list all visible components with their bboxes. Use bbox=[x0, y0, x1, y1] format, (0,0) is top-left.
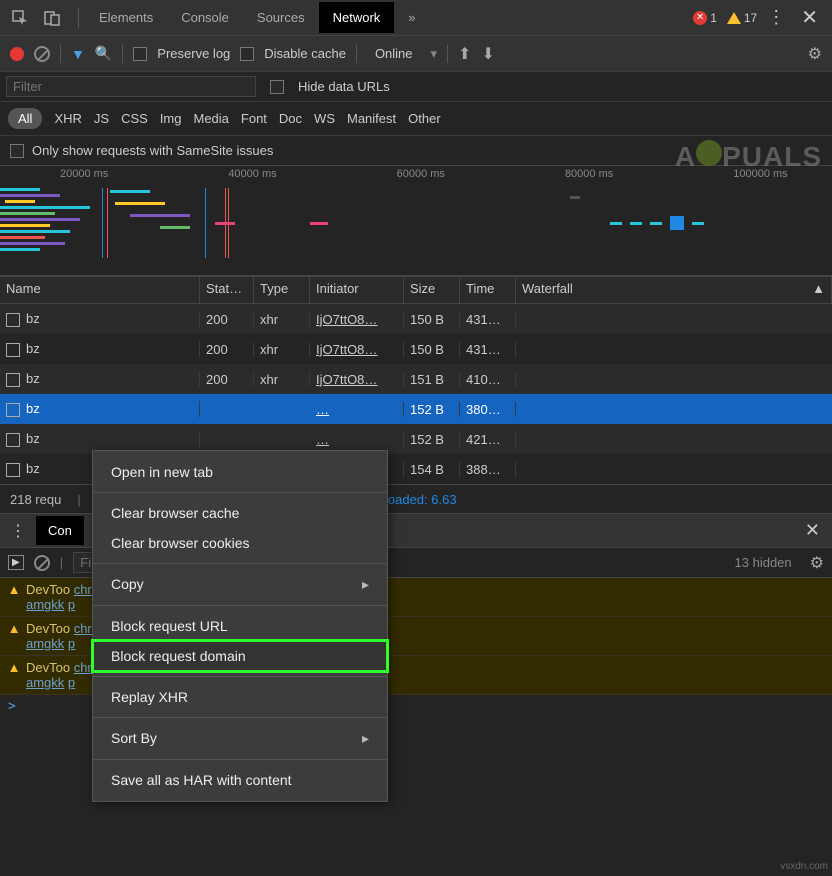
tab-network[interactable]: Network bbox=[319, 2, 395, 33]
drawer-close-icon[interactable]: ✕ bbox=[793, 520, 832, 541]
filter-img[interactable]: Img bbox=[160, 111, 182, 126]
filter-media[interactable]: Media bbox=[193, 111, 228, 126]
hide-data-urls-checkbox[interactable] bbox=[270, 80, 284, 94]
filter-input[interactable] bbox=[6, 76, 256, 97]
col-waterfall[interactable]: Waterfall▲ bbox=[516, 277, 832, 303]
filter-all[interactable]: All bbox=[8, 108, 42, 129]
table-row[interactable]: bz200xhrIjO7ttO8…151 B410… bbox=[0, 364, 832, 394]
summary-requests: 218 requ bbox=[10, 492, 61, 507]
filter-other[interactable]: Other bbox=[408, 111, 441, 126]
ctx-sort-by[interactable]: Sort By▸ bbox=[93, 723, 387, 754]
drawer-tab-console[interactable]: Con bbox=[36, 516, 84, 545]
chevron-right-icon: ▸ bbox=[362, 576, 369, 593]
request-table-header: Name Stat… Type Initiator Size Time Wate… bbox=[0, 276, 832, 304]
sort-icon: ▲ bbox=[812, 281, 825, 296]
col-size[interactable]: Size bbox=[404, 277, 460, 303]
console-gear-icon[interactable]: ⚙ bbox=[810, 553, 824, 573]
ctx-block-url[interactable]: Block request URL bbox=[93, 611, 387, 641]
tab-sources[interactable]: Sources bbox=[243, 2, 319, 33]
samesite-label: Only show requests with SameSite issues bbox=[32, 143, 273, 158]
disable-cache-label: Disable cache bbox=[264, 46, 346, 61]
filter-js[interactable]: JS bbox=[94, 111, 109, 126]
chevron-right-icon: ▸ bbox=[362, 730, 369, 747]
table-row[interactable]: bz…152 B380… bbox=[0, 394, 832, 424]
ctx-replay-xhr[interactable]: Replay XHR bbox=[93, 682, 387, 712]
filter-css[interactable]: CSS bbox=[121, 111, 148, 126]
col-type[interactable]: Type bbox=[254, 277, 310, 303]
hide-data-urls-label: Hide data URLs bbox=[298, 79, 390, 94]
settings-gear-icon[interactable]: ⚙ bbox=[808, 44, 822, 64]
col-time[interactable]: Time bbox=[460, 277, 516, 303]
filter-icon[interactable]: ▼ bbox=[71, 46, 85, 62]
tab-console[interactable]: Console bbox=[167, 2, 243, 33]
device-icon[interactable] bbox=[40, 6, 64, 30]
ctx-open-new-tab[interactable]: Open in new tab bbox=[93, 457, 387, 487]
col-status[interactable]: Stat… bbox=[200, 277, 254, 303]
console-sidebar-icon[interactable]: ▶ bbox=[8, 555, 24, 570]
ctx-copy[interactable]: Copy▸ bbox=[93, 569, 387, 600]
console-hidden-count: 13 hidden bbox=[735, 555, 792, 570]
filter-doc[interactable]: Doc bbox=[279, 111, 302, 126]
col-name[interactable]: Name bbox=[0, 277, 200, 303]
table-row[interactable]: bz200xhrIjO7ttO8…150 B431… bbox=[0, 304, 832, 334]
ctx-save-har[interactable]: Save all as HAR with content bbox=[93, 765, 387, 795]
ctx-clear-cache[interactable]: Clear browser cache bbox=[93, 498, 387, 528]
filter-bar: Hide data URLs bbox=[0, 72, 832, 102]
ctx-block-domain[interactable]: Block request domain bbox=[93, 641, 387, 671]
timeline-overview[interactable]: 20000 ms 40000 ms 60000 ms 80000 ms 1000… bbox=[0, 166, 832, 276]
error-count[interactable]: ✕1 bbox=[693, 11, 717, 25]
throttling-select[interactable]: Online bbox=[367, 44, 421, 63]
download-har-icon[interactable]: ⬇ bbox=[481, 44, 494, 64]
resource-type-filter: All XHR JS CSS Img Media Font Doc WS Man… bbox=[0, 102, 832, 136]
upload-har-icon[interactable]: ⬆ bbox=[458, 44, 471, 64]
console-clear-icon[interactable] bbox=[34, 555, 50, 571]
filter-ws[interactable]: WS bbox=[314, 111, 335, 126]
close-icon[interactable]: ✕ bbox=[795, 5, 824, 30]
devtools-tab-bar: Elements Console Sources Network » ✕1 17… bbox=[0, 0, 832, 36]
watermark-small: vsxdn.com bbox=[780, 861, 828, 872]
samesite-checkbox[interactable] bbox=[10, 144, 24, 158]
kebab-menu-icon[interactable]: ⋮ bbox=[767, 7, 785, 28]
more-tabs[interactable]: » bbox=[394, 2, 429, 33]
col-initiator[interactable]: Initiator bbox=[310, 277, 404, 303]
filter-font[interactable]: Font bbox=[241, 111, 267, 126]
inspect-icon[interactable] bbox=[8, 6, 32, 30]
clear-icon[interactable] bbox=[34, 46, 50, 62]
chevron-down-icon[interactable]: ▾ bbox=[431, 46, 438, 62]
tab-elements[interactable]: Elements bbox=[85, 2, 167, 33]
filter-xhr[interactable]: XHR bbox=[54, 111, 81, 126]
table-row[interactable]: bz200xhrIjO7ttO8…150 B431… bbox=[0, 334, 832, 364]
drawer-menu-icon[interactable]: ⋮ bbox=[0, 521, 36, 541]
warning-count[interactable]: 17 bbox=[727, 11, 757, 25]
record-icon[interactable] bbox=[10, 47, 24, 61]
preserve-log-checkbox[interactable] bbox=[133, 47, 147, 61]
context-menu: Open in new tab Clear browser cache Clea… bbox=[92, 450, 388, 802]
disable-cache-checkbox[interactable] bbox=[240, 47, 254, 61]
search-icon[interactable]: 🔍 bbox=[95, 45, 112, 62]
filter-manifest[interactable]: Manifest bbox=[347, 111, 396, 126]
network-toolbar: ▼ 🔍 Preserve log Disable cache Online ▾ … bbox=[0, 36, 832, 72]
preserve-log-label: Preserve log bbox=[157, 46, 230, 61]
ctx-clear-cookies[interactable]: Clear browser cookies bbox=[93, 528, 387, 558]
samesite-row: Only show requests with SameSite issues bbox=[0, 136, 832, 166]
